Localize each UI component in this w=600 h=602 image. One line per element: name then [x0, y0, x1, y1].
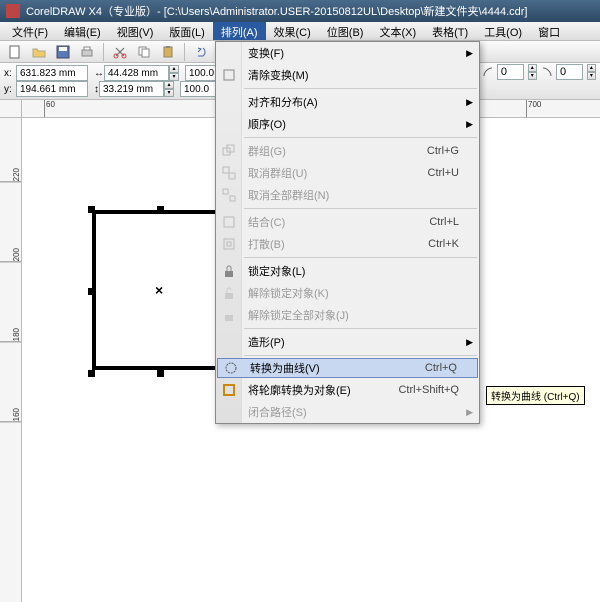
menu-separator [244, 208, 477, 209]
menu-ungroup-all[interactable]: 取消全部群组(N) [216, 184, 479, 206]
menu-order[interactable]: 顺序(O)▶ [216, 113, 479, 135]
toolbar-separator [184, 43, 185, 61]
ruler-vertical[interactable]: 220 200 180 160 [0, 118, 22, 602]
arrange-menu: 变换(F)▶ 清除变换(M) 对齐和分布(A)▶ 顺序(O)▶ 群组(G)Ctr… [215, 41, 480, 424]
menu-combine[interactable]: 结合(C)Ctrl+L [216, 211, 479, 233]
menu-separator [244, 137, 477, 138]
menu-window[interactable]: 窗口 [530, 22, 568, 40]
menu-effects[interactable]: 效果(C) [266, 22, 319, 40]
app-icon [6, 4, 20, 18]
menu-clear-transform[interactable]: 清除变换(M) [216, 64, 479, 86]
menu-bar: 文件(F) 编辑(E) 视图(V) 版面(L) 排列(A) 效果(C) 位图(B… [0, 22, 600, 41]
height-input[interactable]: 33.219 mm [99, 81, 164, 97]
width-input[interactable]: 44.428 mm [104, 65, 169, 81]
x-input[interactable]: 631.823 mm [16, 65, 88, 81]
selection-center-icon[interactable]: × [155, 282, 163, 298]
submenu-arrow-icon: ▶ [466, 97, 473, 108]
menu-close-path[interactable]: 闭合路径(S)▶ [216, 401, 479, 423]
ruler-tick: 220 [0, 168, 21, 182]
menu-outline-to-object[interactable]: 将轮廓转换为对象(E)Ctrl+Shift+Q [216, 379, 479, 401]
corner-b-spinner[interactable]: ▴▾ [587, 64, 596, 80]
menu-arrange[interactable]: 排列(A) [213, 22, 266, 40]
menu-unlock[interactable]: 解除锁定对象(K) [216, 282, 479, 304]
title-bar: CorelDRAW X4（专业版）- [C:\Users\Administrat… [0, 0, 600, 22]
selection-handle[interactable] [88, 206, 95, 213]
menu-view[interactable]: 视图(V) [109, 22, 162, 40]
selection-handle[interactable] [88, 288, 95, 295]
undo-icon[interactable] [190, 42, 212, 62]
menu-shaping[interactable]: 造形(P)▶ [216, 331, 479, 353]
ruler-tick: 200 [0, 248, 21, 262]
menu-table[interactable]: 表格(T) [424, 22, 476, 40]
ruler-tick: 180 [0, 328, 21, 342]
menu-text[interactable]: 文本(X) [371, 22, 424, 40]
print-icon[interactable] [76, 42, 98, 62]
menu-align[interactable]: 对齐和分布(A)▶ [216, 91, 479, 113]
submenu-arrow-icon: ▶ [466, 48, 473, 59]
selection-handle[interactable] [88, 370, 95, 377]
menu-bitmaps[interactable]: 位图(B) [319, 22, 372, 40]
menu-separator [244, 257, 477, 258]
menu-tools[interactable]: 工具(O) [476, 22, 530, 40]
menu-lock[interactable]: 锁定对象(L) [216, 260, 479, 282]
curve-icon [224, 361, 238, 375]
submenu-arrow-icon: ▶ [466, 407, 473, 418]
menu-transform[interactable]: 变换(F)▶ [216, 42, 479, 64]
menu-separator [244, 328, 477, 329]
toolbar-separator [103, 43, 104, 61]
scaley-input[interactable]: 100.0 [180, 81, 218, 97]
lock-icon [222, 264, 236, 278]
menu-edit[interactable]: 编辑(E) [56, 22, 109, 40]
submenu-arrow-icon: ▶ [466, 337, 473, 348]
ruler-corner[interactable] [0, 100, 22, 118]
cut-icon[interactable] [109, 42, 131, 62]
corner-icon [482, 66, 493, 78]
menu-group[interactable]: 群组(G)Ctrl+G [216, 140, 479, 162]
open-file-icon[interactable] [28, 42, 50, 62]
corner-b-input[interactable]: 0 [556, 64, 583, 80]
y-input[interactable]: 194.661 mm [16, 81, 88, 97]
selection-handle[interactable] [157, 206, 164, 213]
y-label: y: [4, 84, 16, 95]
corner-a-input[interactable]: 0 [497, 64, 524, 80]
menu-break-apart[interactable]: 打散(B)Ctrl+K [216, 233, 479, 255]
ruler-tick: 160 [0, 408, 21, 422]
menu-file[interactable]: 文件(F) [4, 22, 56, 40]
submenu-arrow-icon: ▶ [466, 119, 473, 130]
menu-convert-to-curves[interactable]: 转换为曲线(V)Ctrl+Q [217, 358, 478, 378]
ruler-tick: 60 [44, 100, 55, 117]
new-file-icon[interactable] [4, 42, 26, 62]
menu-layout[interactable]: 版面(L) [161, 22, 212, 40]
menu-ungroup[interactable]: 取消群组(U)Ctrl+U [216, 162, 479, 184]
width-spinner[interactable]: ▴▾ [169, 65, 179, 81]
height-spinner[interactable]: ▴▾ [164, 81, 174, 97]
tooltip: 转换为曲线 (Ctrl+Q) [486, 386, 585, 405]
x-label: x: [4, 68, 16, 79]
paste-icon[interactable] [157, 42, 179, 62]
ruler-tick: 700 [526, 100, 541, 117]
copy-icon[interactable] [133, 42, 155, 62]
menu-separator [244, 88, 477, 89]
window-title: CorelDRAW X4（专业版）- [C:\Users\Administrat… [26, 3, 527, 19]
menu-unlock-all[interactable]: 解除锁定全部对象(J) [216, 304, 479, 326]
corner-icon [541, 66, 552, 78]
width-label: ↔ [94, 68, 104, 79]
menu-separator [244, 355, 477, 356]
selection-handle[interactable] [157, 370, 164, 377]
corner-a-spinner[interactable]: ▴▾ [528, 64, 537, 80]
save-icon[interactable] [52, 42, 74, 62]
